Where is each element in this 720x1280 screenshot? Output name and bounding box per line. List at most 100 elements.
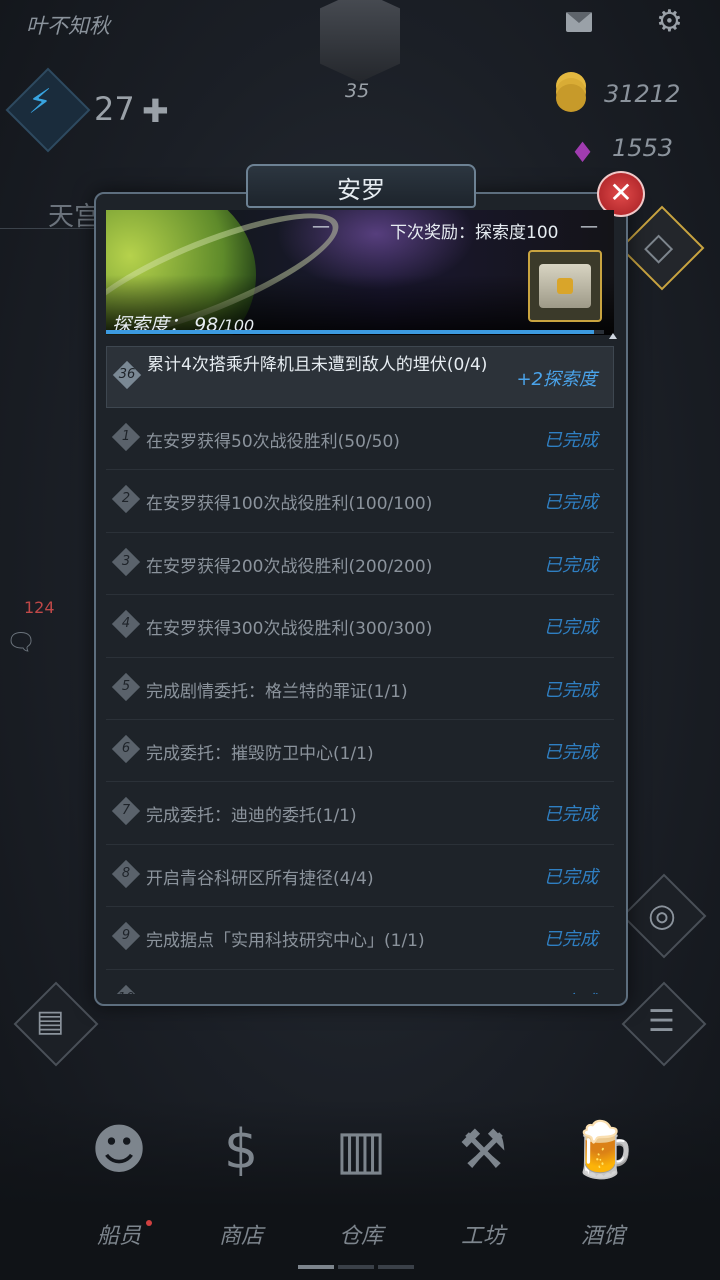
- task-list[interactable]: 36 累计4次搭乘升降机且未遭到敌人的埋伏(0/4) +2探索度 1 在安罗获得5…: [106, 346, 614, 994]
- next-reward-label: 下次奖励：探索度100: [390, 223, 559, 243]
- page-dot: [298, 1265, 334, 1269]
- lightning-icon: ⚡: [28, 82, 52, 122]
- task-status: 已完成: [544, 430, 598, 451]
- crew-notification-dot: [146, 1220, 152, 1226]
- dialog-title: 安罗: [337, 176, 385, 204]
- nav-label: 工坊: [460, 1224, 505, 1249]
- task-number: 6: [121, 740, 131, 756]
- task-row[interactable]: 8 开启青谷科研区所有捷径(4/4) 已完成: [106, 845, 614, 908]
- page-indicator: [298, 1254, 422, 1269]
- task-status: 已完成: [544, 617, 598, 639]
- nav-label: 船员: [96, 1224, 141, 1249]
- task-text: 完成委托：迪迪的委托(1/1): [146, 806, 357, 827]
- progress-fill: [106, 330, 595, 334]
- task-text: 完成委托：摧毁防卫中心(1/1): [146, 743, 374, 764]
- task-number: 8: [121, 865, 131, 881]
- task-text: 累计4次搭乘升降机且未遭到敌人的埋伏(0/4): [147, 355, 488, 375]
- task-number-badge: 8: [111, 859, 141, 888]
- task-row[interactable]: 1 在安罗获得50次战役胜利(50/50) 已完成: [106, 408, 614, 471]
- task-number: 5: [121, 678, 131, 694]
- task-row[interactable]: 9 完成据点「实用科技研究中心」(1/1) 已完成: [106, 907, 614, 970]
- task-text: 完成剧情委托：格兰特的罪证(1/1): [146, 681, 408, 702]
- task-number: 10: [116, 989, 136, 994]
- divider: [0, 228, 100, 229]
- nav-item-shop[interactable]: $ 商店: [186, 1110, 296, 1250]
- nav-item-crew[interactable]: ☻ 船员: [64, 1110, 174, 1250]
- tavern-icon: 🍺: [569, 1118, 637, 1181]
- orbit-icon: ◎: [648, 896, 676, 934]
- task-number-badge: 3: [111, 547, 141, 576]
- nav-item-warehouse[interactable]: ▥ 仓库: [306, 1110, 416, 1250]
- task-row[interactable]: 4 在安罗获得300次战役胜利(300/300) 已完成: [106, 595, 614, 658]
- task-row[interactable]: 7 完成委托：迪迪的委托(1/1) 已完成: [106, 782, 614, 845]
- task-status: 已完成: [544, 554, 598, 576]
- gem-icon: ♦: [570, 136, 596, 169]
- player-level: 35: [345, 80, 370, 102]
- task-number-badge: 4: [111, 610, 141, 639]
- crew-icon: ☻: [90, 1118, 148, 1181]
- task-number: 2: [121, 491, 131, 507]
- task-row[interactable]: 5 完成剧情委托：格兰特的罪证(1/1) 已完成: [106, 658, 614, 720]
- task-status: 已完成: [544, 929, 598, 951]
- task-text: 开启青谷科研区所有捷径(4/4): [146, 868, 374, 889]
- add-energy-icon[interactable]: ✚: [142, 92, 169, 130]
- task-number-badge: 7: [111, 797, 141, 826]
- task-status: 已完成: [544, 804, 598, 826]
- chest-lock: [557, 278, 573, 294]
- nav-label: 酒馆: [580, 1224, 625, 1249]
- chat-badge: 124: [24, 598, 55, 617]
- diamond-icon: ◇: [644, 224, 674, 268]
- player-name: 叶不知秋: [26, 14, 110, 38]
- task-text: 在安罗获得200次战役胜利(200/200): [146, 556, 433, 577]
- task-text: 在安罗获得50次战役胜利(50/50): [146, 432, 400, 452]
- task-number-badge: 6: [111, 734, 141, 764]
- task-number-badge: 2: [111, 485, 141, 514]
- task-row[interactable]: 10 完成据点「档案馆」(1/1) 已完成: [106, 970, 614, 994]
- nav-label: 仓库: [338, 1224, 383, 1249]
- task-text: 在安罗获得300次战役胜利(300/300): [146, 619, 433, 640]
- task-status: 已完成: [544, 866, 598, 888]
- task-number-badge: 9: [111, 921, 141, 951]
- task-number: 7: [121, 803, 131, 819]
- task-row[interactable]: 2 在安罗获得100次战役胜利(100/100) 已完成: [106, 470, 614, 533]
- task-status: 已完成: [544, 492, 598, 514]
- task-row-active[interactable]: 36 累计4次搭乘升降机且未遭到敌人的埋伏(0/4) +2探索度: [106, 346, 614, 408]
- checklist-icon: ☰: [648, 1004, 675, 1039]
- task-status: 已完成: [544, 988, 598, 994]
- task-status: 已完成: [544, 679, 598, 701]
- banner-dash: —: [580, 216, 598, 237]
- task-number-badge: 36: [112, 360, 142, 390]
- gem-value: 1553: [612, 134, 674, 162]
- progress-marker: [609, 333, 617, 339]
- task-number-badge: 5: [111, 672, 141, 701]
- task-row[interactable]: 6 完成委托：摧毁防卫中心(1/1) 已完成: [106, 720, 614, 783]
- nav-label: 商店: [218, 1224, 263, 1249]
- nav-item-tavern[interactable]: 🍺 酒馆: [548, 1110, 658, 1250]
- progress-bar: [106, 330, 604, 334]
- task-number: 4: [121, 616, 131, 632]
- task-number: 3: [121, 553, 131, 569]
- chat-icon[interactable]: 🗨: [6, 628, 36, 656]
- dialog-title-tab: 安罗: [246, 164, 476, 208]
- nav-item-workshop[interactable]: ⚒ 工坊: [428, 1110, 538, 1250]
- shop-icon: $: [223, 1118, 259, 1181]
- task-text: 完成据点「档案馆」(1/1): [146, 989, 340, 995]
- banner-dash: —: [312, 216, 330, 237]
- task-row[interactable]: 3 在安罗获得200次战役胜利(200/200) 已完成: [106, 533, 614, 596]
- reward-chest[interactable]: [528, 250, 602, 322]
- gold-coin-icon: [556, 84, 586, 112]
- energy-value: 27: [94, 90, 135, 128]
- page-dot: [378, 1265, 414, 1269]
- task-text: 在安罗获得100次战役胜利(100/100): [146, 494, 433, 515]
- player-avatar[interactable]: [320, 0, 400, 82]
- task-status: 已完成: [544, 741, 598, 763]
- page-dot: [338, 1265, 374, 1269]
- gear-icon[interactable]: ⚙: [656, 4, 683, 39]
- mail-icon[interactable]: [566, 12, 592, 32]
- task-number: 36: [118, 367, 136, 382]
- task-reward: +2探索度: [516, 369, 597, 390]
- warehouse-icon: ▥: [335, 1118, 387, 1181]
- workshop-icon: ⚒: [458, 1118, 508, 1181]
- task-number-badge: 1: [111, 422, 141, 452]
- gold-value: 31212: [604, 80, 681, 108]
